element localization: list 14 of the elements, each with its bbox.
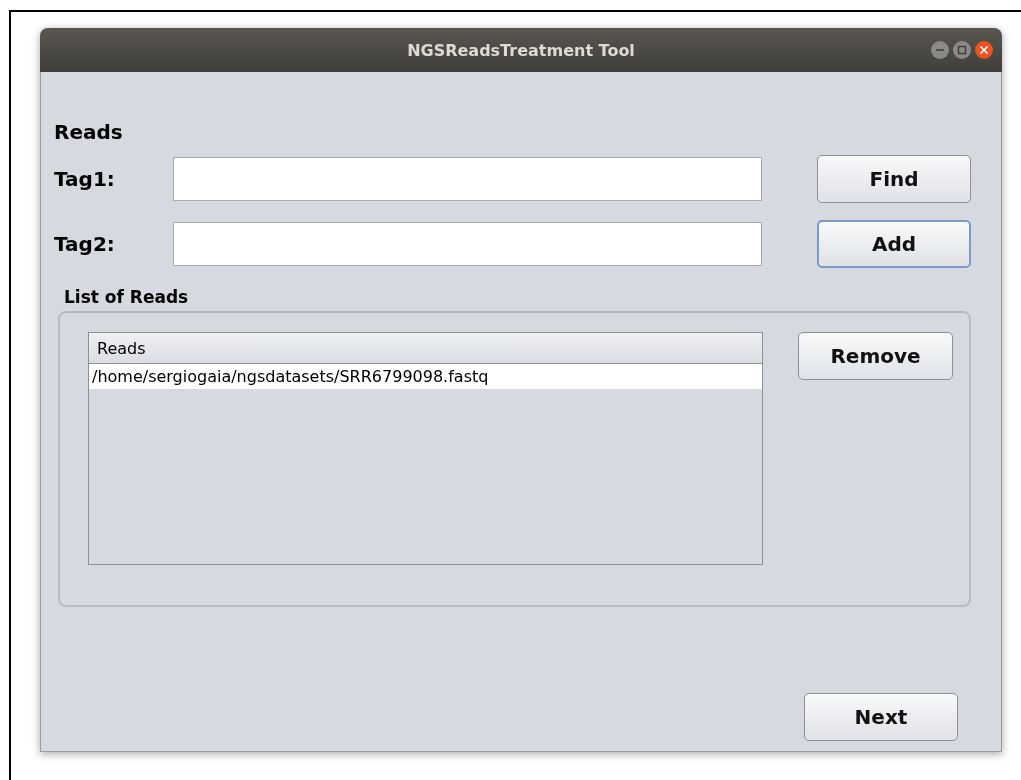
window-title: NGSReadsTreatment Tool [407,40,635,60]
next-button[interactable]: Next [804,693,958,741]
minimize-icon[interactable] [930,40,950,60]
tag-label: Tag2: [54,232,116,256]
tag-input-field[interactable] [172,222,763,266]
close-icon[interactable] [974,40,994,60]
tag-input-field[interactable] [172,157,763,201]
panel-title: List of Reads [64,287,190,307]
add-button[interactable]: Add [817,220,971,268]
remove-button[interactable]: Remove [798,332,953,380]
column-header[interactable]: Reads [89,338,146,358]
tag-label: Tag1: [54,167,116,191]
section-heading: Reads [54,120,124,144]
find-button[interactable]: Find [817,155,971,203]
